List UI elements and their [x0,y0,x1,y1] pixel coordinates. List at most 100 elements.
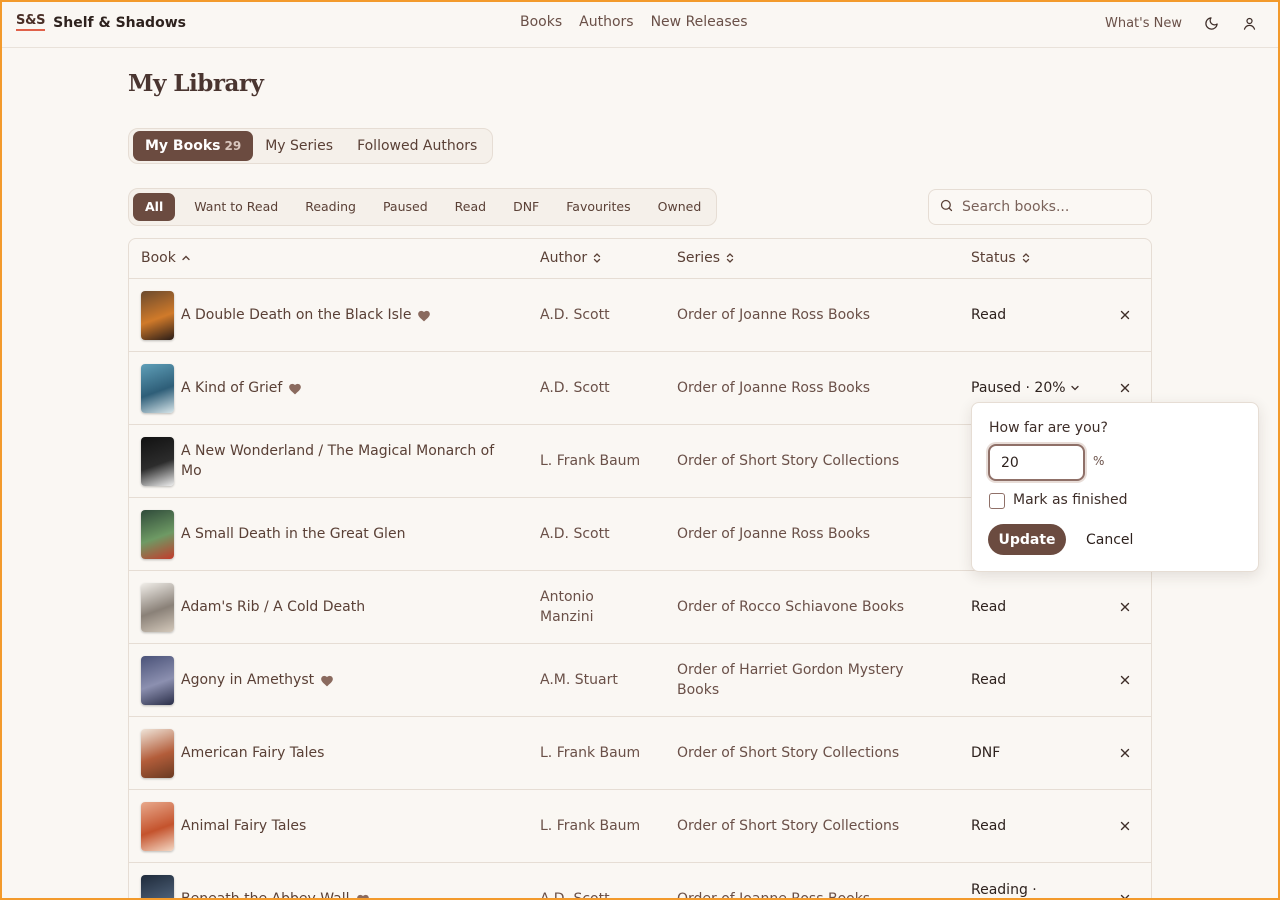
filter-want-to-read[interactable]: Want to Read [186,193,286,221]
close-icon[interactable] [1117,745,1133,761]
book-cover[interactable] [141,802,174,851]
search-icon [939,198,954,217]
filter-paused[interactable]: Paused [375,193,436,221]
book-cover[interactable] [141,291,174,340]
book-series[interactable]: Order of Joanne Ross Books [677,378,927,398]
heart-icon [356,893,370,900]
book-series[interactable]: Order of Harriet Gordon Mystery Books [677,660,927,700]
book-cover[interactable] [141,364,174,413]
brand-mark: S&S [16,14,45,31]
primary-nav: Books Authors New Releases [520,14,748,30]
book-title-text: A Small Death in the Great Glen [181,526,406,542]
book-author[interactable]: A.D. Scott [540,378,650,398]
book-title[interactable]: American Fairy Tales [181,743,511,763]
book-series[interactable]: Order of Joanne Ross Books [677,305,927,325]
tab-my-books[interactable]: My Books 29 [133,131,254,161]
book-title[interactable]: A New Wonderland / The Magical Monarch o… [181,441,511,481]
nav-new-releases[interactable]: New Releases [651,14,748,30]
book-title[interactable]: Adam's Rib / A Cold Death [181,597,511,617]
column-header-book[interactable]: Book [141,250,191,266]
filter-dnf[interactable]: DNF [505,193,547,221]
column-header-author[interactable]: Author [540,250,602,266]
book-series[interactable]: Order of Rocco Schiavone Books [677,597,927,617]
book-cover[interactable] [141,729,174,778]
search-input[interactable] [962,199,1142,215]
user-icon[interactable] [1240,13,1258,33]
book-series[interactable]: Order of Joanne Ross Books [677,524,927,544]
close-icon[interactable] [1117,818,1133,834]
mark-finished-label[interactable]: Mark as finished [1013,492,1128,508]
book-author[interactable]: L. Frank Baum [540,451,650,471]
book-series[interactable]: Order of Short Story Collections [677,743,927,763]
nav-authors[interactable]: Authors [579,14,633,30]
status-label: Read [971,599,1007,615]
book-author[interactable]: Antonio Manzini [540,587,650,627]
header-actions: What's New [1105,13,1258,33]
book-title[interactable]: A Double Death on the Black Isle [181,305,511,325]
filter-favourites[interactable]: Favourites [558,193,638,221]
brand-name: Shelf & Shadows [53,14,186,31]
filter-read[interactable]: Read [447,193,494,221]
close-icon[interactable] [1117,307,1133,323]
moon-icon[interactable] [1202,13,1220,33]
table-row[interactable]: A Double Death on the Black Isle A.D. Sco… [129,279,1151,352]
book-title[interactable]: Agony in Amethyst [181,670,511,690]
column-header-author-label: Author [540,250,588,266]
book-author[interactable]: L. Frank Baum [540,816,650,836]
close-icon[interactable] [1117,672,1133,688]
table-row[interactable]: Agony in Amethyst A.M. Stuart Order of Har… [129,644,1151,717]
chevron-down-icon [1070,383,1080,393]
status-dropdown[interactable]: Reading · [971,880,1037,900]
book-series[interactable]: Order of Joanne Ross Books [677,889,927,900]
progress-percent-input[interactable] [988,444,1085,481]
book-title[interactable]: Beneath the Abbey Wall [181,889,511,900]
column-header-status[interactable]: Status [971,250,1031,266]
table-row[interactable]: Animal Fairy Tales L. Frank Baum Order of … [129,790,1151,863]
progress-popover: How far are you? % Mark as finished Upda… [971,402,1259,572]
book-series[interactable]: Order of Short Story Collections [677,451,927,471]
book-author[interactable]: A.D. Scott [540,524,650,544]
status-label: Read [971,818,1007,834]
nav-books[interactable]: Books [520,14,562,30]
book-cover[interactable] [141,510,174,559]
book-cover[interactable] [141,437,174,486]
book-author[interactable]: A.D. Scott [540,305,650,325]
filter-owned[interactable]: Owned [650,193,710,221]
update-button[interactable]: Update [988,524,1066,555]
table-row[interactable]: American Fairy Tales L. Frank Baum Order o… [129,717,1151,790]
status-dropdown[interactable]: Read [971,305,1006,325]
status-dropdown[interactable]: Read [971,816,1006,836]
book-title[interactable]: A Kind of Grief [181,378,511,398]
book-cover[interactable] [141,656,174,705]
table-row[interactable]: Beneath the Abbey Wall A.D. Scott Order of… [129,863,1151,900]
status-dropdown[interactable]: Read [971,670,1006,690]
book-title-text: Beneath the Abbey Wall [181,891,350,900]
book-title[interactable]: A Small Death in the Great Glen [181,524,511,544]
book-author[interactable]: A.M. Stuart [540,670,650,690]
column-header-series[interactable]: Series [677,250,735,266]
book-title[interactable]: Animal Fairy Tales [181,816,511,836]
close-icon[interactable] [1117,380,1133,396]
book-cover[interactable] [141,583,174,632]
table-row[interactable]: Adam's Rib / A Cold Death Antonio Manzini… [129,571,1151,644]
status-dropdown[interactable]: Paused · 20% [971,378,1080,398]
book-author[interactable]: A.D. Scott [540,889,650,900]
close-icon[interactable] [1117,891,1133,900]
sort-icon [593,253,601,263]
tab-my-series[interactable]: My Series [253,131,345,161]
mark-finished-checkbox[interactable] [989,493,1005,509]
book-series[interactable]: Order of Short Story Collections [677,816,927,836]
whats-new-link[interactable]: What's New [1105,16,1182,31]
cancel-button[interactable]: Cancel [1078,524,1141,555]
tab-followed-authors[interactable]: Followed Authors [345,131,489,161]
status-dropdown[interactable]: Read [971,597,1006,617]
book-author[interactable]: L. Frank Baum [540,743,650,763]
library-tabs: My Books 29 My Series Followed Authors [128,128,493,164]
status-dropdown[interactable]: DNF [971,743,1000,763]
brand-logo[interactable]: S&S Shelf & Shadows [16,14,186,31]
book-cover[interactable] [141,875,174,900]
filter-reading[interactable]: Reading [297,193,364,221]
filter-all[interactable]: All [133,193,176,221]
close-icon[interactable] [1117,599,1133,615]
column-header-status-label: Status [971,250,1016,266]
